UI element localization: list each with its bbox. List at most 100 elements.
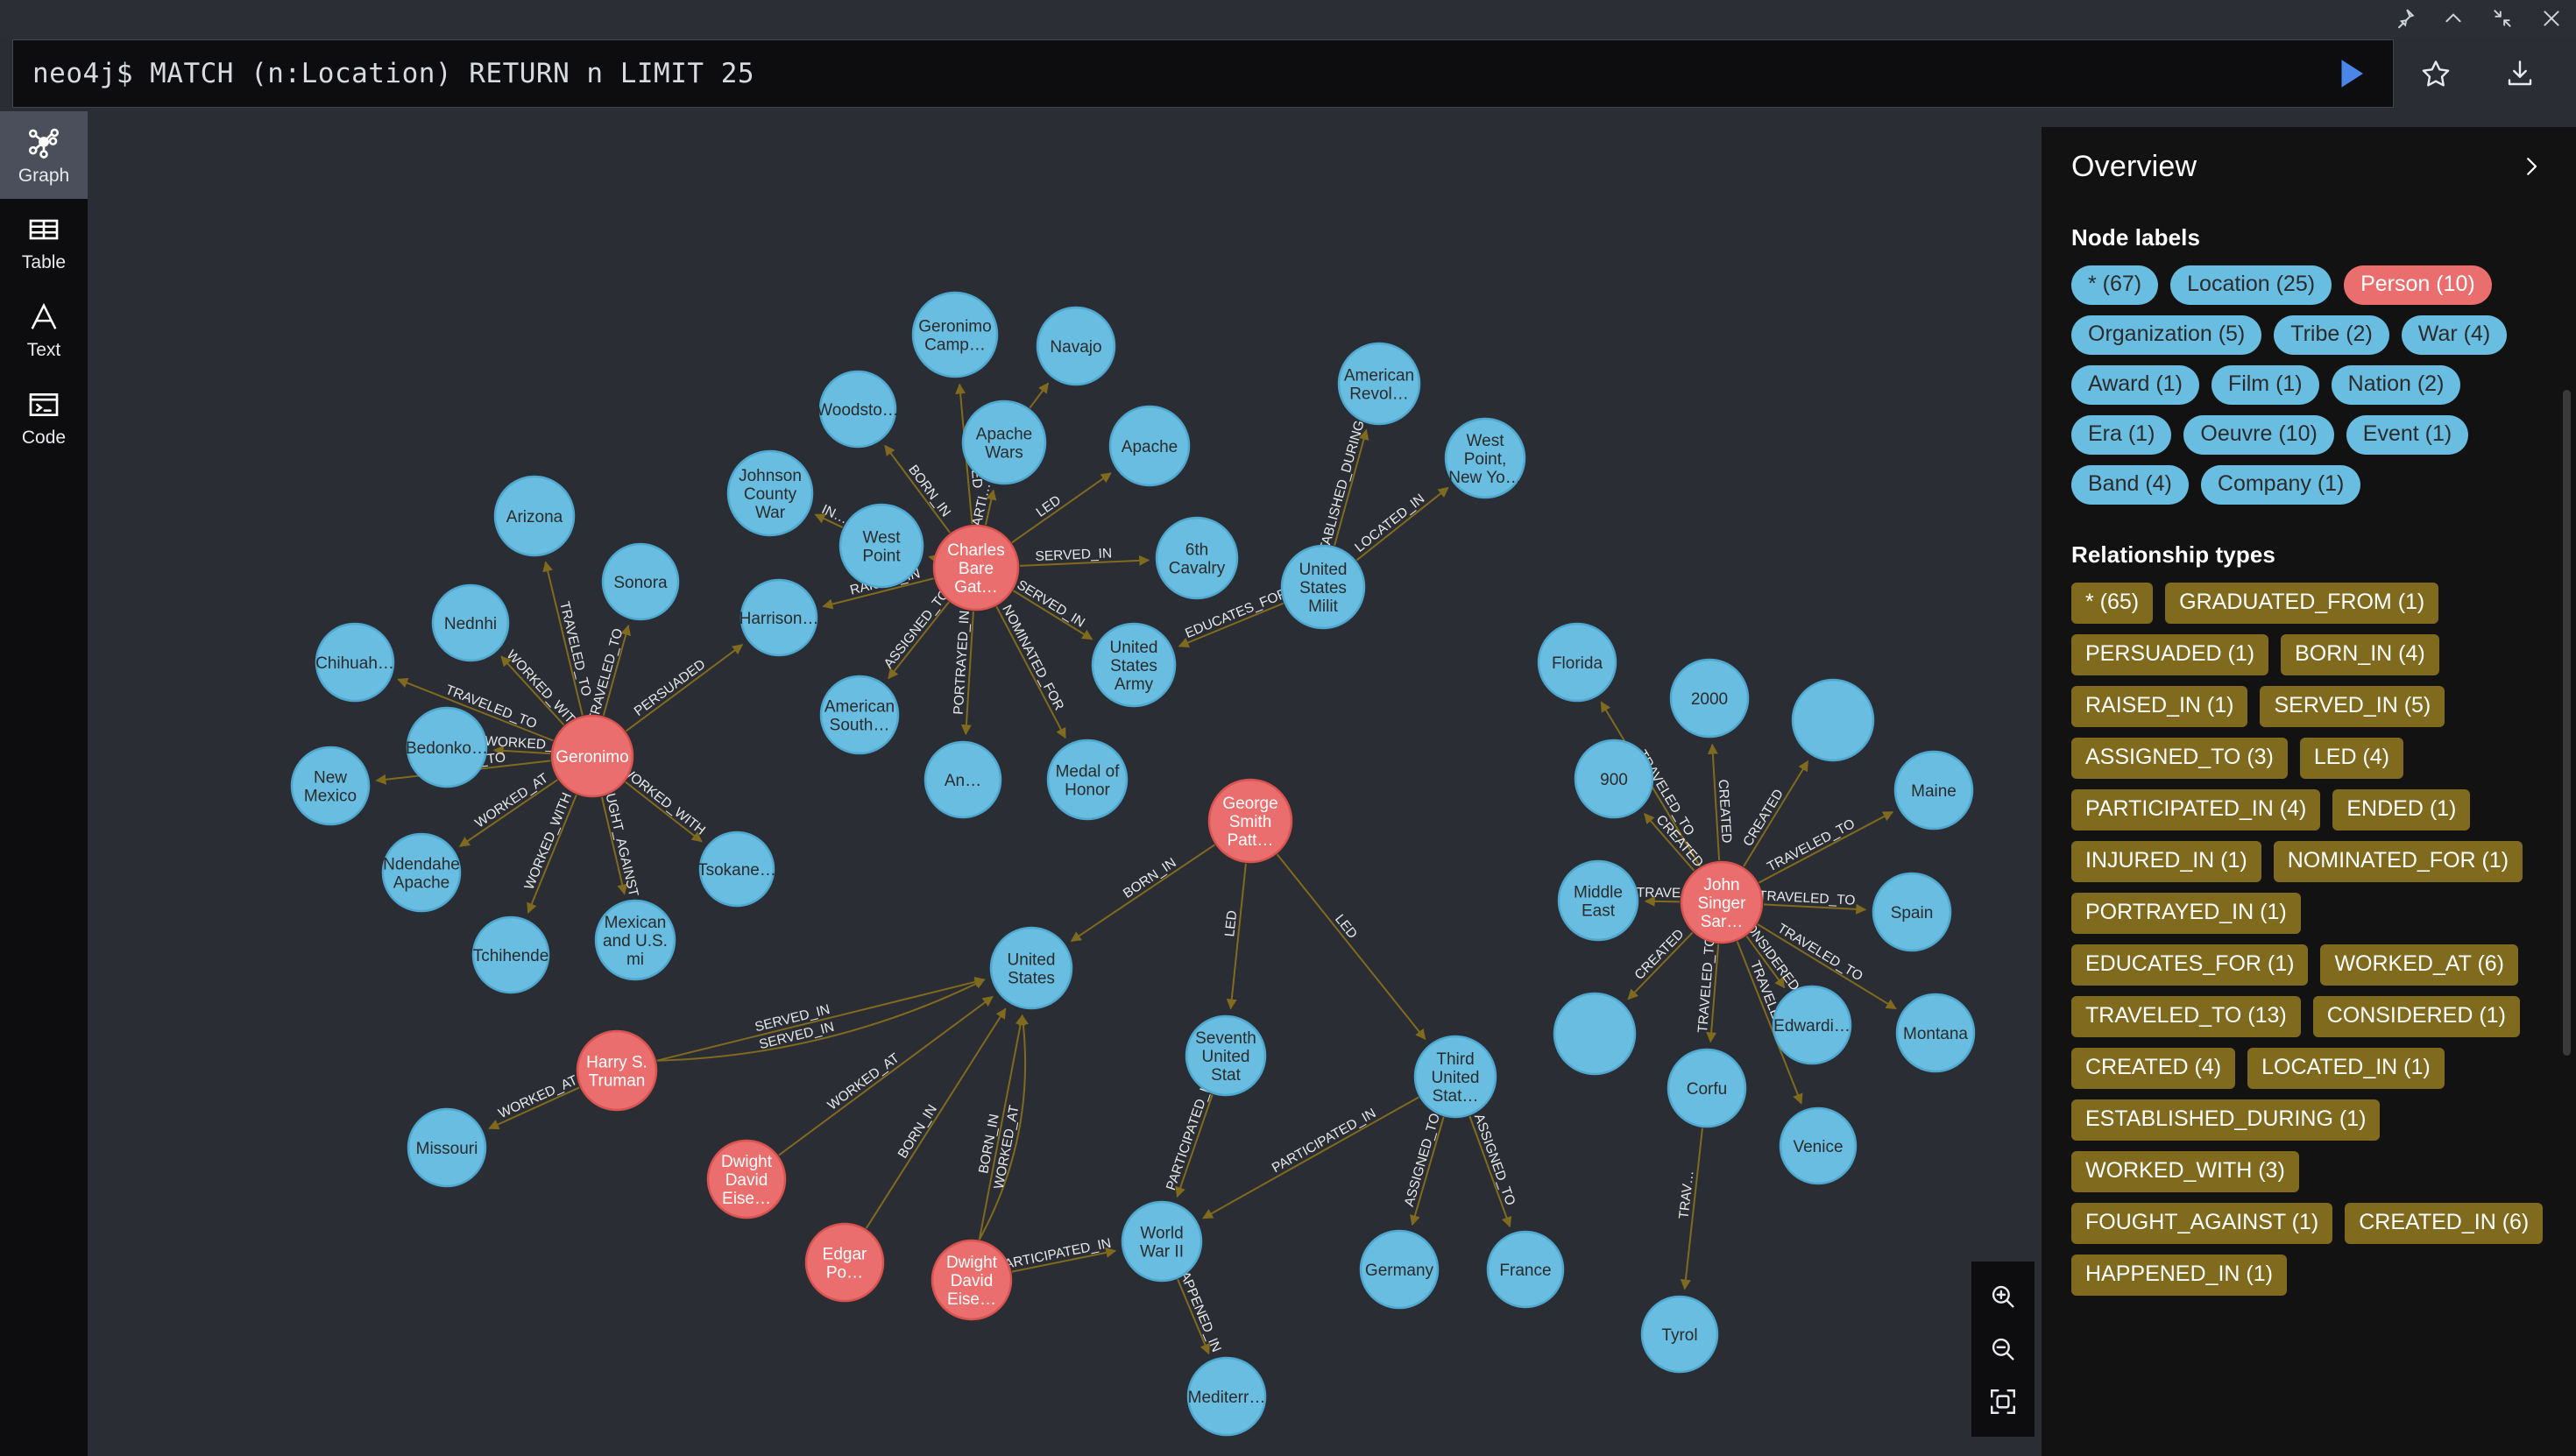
graph-node[interactable]: JohnSingerSar… — [1680, 860, 1764, 944]
graph-node[interactable]: AmericanRevol… — [1337, 342, 1421, 426]
graph-node-location[interactable] — [471, 915, 550, 994]
node-label-chip[interactable]: * (67) — [2071, 265, 2159, 305]
graph-edge[interactable] — [1706, 944, 1720, 1043]
graph-node[interactable]: Venice — [1779, 1106, 1858, 1185]
graph-node[interactable]: AmericanSouth… — [819, 675, 900, 755]
graph-node[interactable]: Florida — [1537, 622, 1617, 703]
graph-node[interactable]: Harry S.Truman — [576, 1029, 658, 1112]
overview-scrollbar[interactable] — [2563, 390, 2571, 1056]
graph-node-location[interactable] — [911, 291, 999, 378]
graph-node-location[interactable] — [1669, 658, 1750, 739]
graph-edge[interactable] — [1070, 844, 1215, 943]
graph-node[interactable]: Edwardi… — [1772, 985, 1852, 1065]
graph-node-location[interactable] — [1444, 417, 1526, 499]
relationship-type-chip[interactable]: HAPPENED_IN (1) — [2071, 1255, 2287, 1296]
sidebar-item-graph[interactable]: Graph — [0, 111, 88, 199]
graph-node-location[interactable] — [1791, 678, 1875, 762]
chevron-up-icon[interactable] — [2429, 0, 2478, 37]
relationship-type-chip[interactable]: BORN_IN (4) — [2281, 634, 2439, 675]
graph-node-location[interactable] — [1537, 622, 1617, 703]
node-label-chip[interactable]: Company (1) — [2200, 465, 2361, 505]
graph-edge[interactable] — [960, 611, 974, 736]
node-label-chip[interactable]: Location (25) — [2170, 265, 2332, 305]
node-label-chip[interactable]: Tribe (2) — [2274, 315, 2389, 355]
graph-node[interactable]: EdgarPo… — [804, 1222, 885, 1303]
graph-node-location[interactable] — [839, 503, 924, 589]
graph-node-location[interactable] — [740, 578, 818, 657]
fit-to-screen-icon[interactable] — [1988, 1377, 2018, 1426]
graph-edge[interactable] — [1707, 743, 1721, 861]
graph-node-location[interactable] — [1667, 1048, 1747, 1128]
graph-node[interactable]: CharlesBareGat… — [932, 524, 1020, 611]
graph-edge[interactable] — [1226, 863, 1247, 1010]
graph-node[interactable]: Germany — [1359, 1229, 1440, 1310]
relationship-type-chip[interactable]: TRAVELED_TO (13) — [2071, 996, 2301, 1037]
graph-node[interactable]: Sonora — [601, 542, 680, 621]
graph-node[interactable]: Bedonko… — [406, 706, 488, 788]
graph-edge[interactable] — [928, 554, 940, 564]
graph-node[interactable]: SeventhUnitedStat — [1185, 1014, 1267, 1097]
graph-node-location[interactable] — [1280, 544, 1366, 630]
collapse-panel-button[interactable] — [2513, 150, 2550, 187]
graph-edge[interactable] — [1013, 590, 1093, 640]
graph-edge[interactable] — [1680, 1127, 1703, 1290]
graph-node[interactable] — [1553, 992, 1637, 1076]
relationship-type-chip[interactable]: PERSUADED (1) — [2071, 634, 2269, 675]
graph-node-person[interactable] — [1207, 778, 1293, 864]
graph-node[interactable]: Arizona — [493, 475, 576, 557]
graph-node[interactable]: Medal ofHonor — [1046, 739, 1129, 821]
graph-edge[interactable] — [1202, 1096, 1419, 1219]
favorite-button[interactable] — [2394, 39, 2478, 108]
graph-node-location[interactable] — [290, 746, 371, 826]
graph-node-location[interactable] — [1121, 1200, 1203, 1283]
graph-node[interactable]: Tsokane… — [697, 830, 776, 908]
graph-node-location[interactable] — [381, 832, 462, 913]
graph-edge[interactable] — [1410, 1116, 1445, 1226]
graph-edge[interactable] — [492, 745, 551, 756]
sidebar-item-text[interactable]: Text — [0, 286, 88, 374]
graph-edge[interactable] — [458, 779, 558, 847]
relationship-type-chip[interactable]: INJURED_IN (1) — [2071, 841, 2261, 882]
graph-edge[interactable] — [1011, 472, 1112, 544]
graph-node[interactable]: Tchihende — [471, 915, 550, 994]
graph-node-location[interactable] — [1155, 516, 1239, 600]
graph-node[interactable]: Mediterr… — [1186, 1356, 1267, 1437]
download-button[interactable] — [2478, 39, 2562, 108]
graph-node[interactable]: An… — [924, 740, 1002, 819]
node-label-chip[interactable]: Organization (5) — [2071, 315, 2262, 355]
graph-edge[interactable] — [600, 796, 628, 895]
graph-node[interactable]: Corfu — [1667, 1048, 1747, 1128]
relationship-type-chip[interactable]: LOCATED_IN (1) — [2247, 1048, 2445, 1089]
graph-node-person[interactable] — [931, 1239, 1013, 1321]
graph-node-location[interactable] — [989, 926, 1073, 1010]
graph-edge[interactable] — [978, 1014, 1026, 1240]
graph-node[interactable]: DwightDavidEise… — [706, 1139, 787, 1219]
graph-node-location[interactable] — [1895, 993, 1976, 1073]
graph-node[interactable]: GeronimoCamp… — [911, 291, 999, 378]
graph-visualization[interactable]: ENDEDPARTI…LEDBORN_ININ…RAISED_INSERVED_… — [88, 111, 2042, 1456]
graph-node-location[interactable] — [1872, 872, 1952, 952]
relationship-type-chip[interactable]: NOMINATED_FOR (1) — [2273, 841, 2523, 882]
graph-node[interactable]: Montana — [1895, 993, 1976, 1073]
graph-node[interactable]: France — [1486, 1230, 1565, 1309]
graph-edge[interactable] — [1743, 760, 1809, 867]
relationship-type-chip[interactable]: FOUGHT_AGAINST (1) — [2071, 1203, 2333, 1244]
graph-edge[interactable] — [1177, 1278, 1210, 1355]
relationship-type-chip[interactable]: PORTRAYED_IN (1) — [2071, 893, 2301, 934]
graph-edge[interactable] — [1644, 813, 1695, 872]
graph-edge[interactable] — [625, 781, 703, 843]
relationship-type-chip[interactable]: GRADUATED_FROM (1) — [2165, 583, 2439, 624]
graph-edge[interactable] — [602, 624, 632, 717]
graph-edge[interactable] — [527, 795, 577, 914]
graph-node-location[interactable] — [1640, 1295, 1719, 1374]
graph-node[interactable]: Missouri — [407, 1107, 487, 1188]
graph-node[interactable]: DwightDavidEise… — [931, 1239, 1013, 1321]
graph-node-location[interactable] — [1185, 1014, 1267, 1097]
graph-edge[interactable] — [1758, 810, 1894, 884]
relationship-type-chip[interactable]: RAISED_IN (1) — [2071, 686, 2248, 727]
graph-node-person[interactable] — [932, 524, 1020, 611]
relationship-type-chip[interactable]: ASSIGNED_TO (3) — [2071, 738, 2288, 779]
graph-edge[interactable] — [888, 601, 950, 680]
node-label-chip[interactable]: Era (1) — [2071, 415, 2172, 455]
graph-node[interactable]: 900 — [1574, 739, 1654, 819]
